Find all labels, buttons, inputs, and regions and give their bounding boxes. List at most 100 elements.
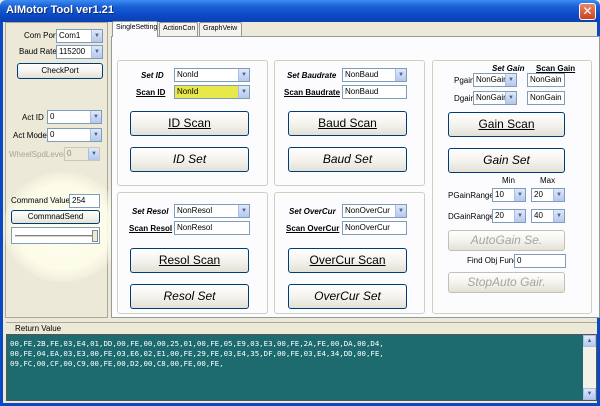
find-obj-func-label: Find Obj Func <box>467 256 518 265</box>
dgain-max-value: 40 <box>534 211 543 220</box>
set-overcur-label: Set OverCur <box>289 207 336 216</box>
tab-graph-view[interactable]: GraphVeiw <box>199 22 242 36</box>
chevron-down-icon: ▼ <box>91 46 102 58</box>
min-label: Min <box>502 176 515 185</box>
act-id-label: Act ID <box>22 113 44 122</box>
window-title: AIMotor Tool ver1.21 <box>6 4 114 16</box>
scroll-down-icon[interactable]: ▼ <box>583 388 596 400</box>
auto-gain-set-button: AutoGain Se. <box>448 230 565 251</box>
chevron-down-icon: ▼ <box>395 205 406 217</box>
set-resol-value: NonResol <box>177 206 213 215</box>
scan-baudrate-field: NonBaud <box>342 85 407 99</box>
return-scrollbar[interactable]: ▲ ▼ <box>583 335 596 400</box>
overcur-scan-button[interactable]: OverCur Scan <box>288 248 407 273</box>
scan-resol-label: Scan Resol <box>129 224 173 233</box>
chevron-down-icon: ▼ <box>514 189 525 201</box>
overcur-set-button[interactable]: OverCur Set <box>288 284 407 309</box>
chevron-down-icon: ▼ <box>90 111 101 123</box>
max-label: Max <box>540 176 556 185</box>
tab-action-con[interactable]: ActionCon <box>159 22 198 36</box>
title-bar: AIMotor Tool ver1.21 ✕ <box>0 0 600 22</box>
baud-set-button[interactable]: Baud Set <box>288 147 407 172</box>
set-baudrate-select[interactable]: NonBaud ▼ <box>342 68 407 82</box>
tab-single-setting[interactable]: SingleSetting <box>112 21 158 37</box>
set-overcur-select[interactable]: NonOverCur ▼ <box>342 204 407 218</box>
find-obj-func-input[interactable]: 0 <box>514 254 566 268</box>
set-resol-label: Set Resol <box>132 207 169 216</box>
set-id-select[interactable]: NonId ▼ <box>174 68 250 82</box>
gain-scan-button[interactable]: Gain Scan <box>448 112 565 137</box>
gain-set-button[interactable]: Gain Set <box>448 148 565 173</box>
dgain-value: NonGain <box>476 93 508 102</box>
set-gain-label: Set Gain <box>492 64 525 73</box>
dgain-min-select[interactable]: 20 ▼ <box>492 209 526 223</box>
baud-group: Set Baudrate NonBaud ▼ Scan Baudrate NonB… <box>274 60 425 186</box>
dgain-label: Dgain <box>454 94 475 103</box>
pgain-max-select[interactable]: 20 ▼ <box>531 188 565 202</box>
com-port-select[interactable]: Com1 ▼ <box>56 29 103 43</box>
set-id-value: NonId <box>177 70 199 79</box>
id-scan-button[interactable]: ID Scan <box>130 111 249 136</box>
wheel-speed-select: 0 ▼ <box>64 147 100 161</box>
set-baudrate-value: NonBaud <box>345 70 379 79</box>
scan-id-select[interactable]: NonId ▼ <box>174 85 250 99</box>
command-value-label: Command Value <box>11 196 70 205</box>
chevron-down-icon: ▼ <box>395 69 406 81</box>
pgain-value: NonGain <box>476 75 508 84</box>
chevron-down-icon: ▼ <box>505 92 516 104</box>
set-resol-select[interactable]: NonResol ▼ <box>174 204 250 218</box>
wheel-speed-value: 0 <box>67 149 72 158</box>
scan-overcur-label: Scan OverCur <box>286 224 340 233</box>
return-value-text: 00,FE,2B,FE,03,E4,01,DD,00,FE,00,00,25,0… <box>10 339 384 369</box>
scan-id-label: Scan ID <box>136 88 166 97</box>
return-line: 00,FE,2B,FE,03,E4,01,DD,00,FE,00,00,25,0… <box>10 339 384 348</box>
gain-group: Set Gain Scan Gain Pgain NonGain ▼ NonGai… <box>432 60 592 314</box>
slider-track <box>15 235 96 238</box>
dgain-select[interactable]: NonGain ▼ <box>473 91 517 105</box>
resol-set-button[interactable]: Resol Set <box>130 284 249 309</box>
dgain-scan-field: NonGain <box>527 91 565 105</box>
return-line: 09,FC,00,CF,00,C9,00,FE,00,D2,00,C8,00,F… <box>10 359 224 368</box>
resol-scan-button[interactable]: Resol Scan <box>130 248 249 273</box>
chevron-down-icon: ▼ <box>553 189 564 201</box>
check-port-button[interactable]: CheckPort <box>17 63 103 79</box>
scroll-up-icon[interactable]: ▲ <box>583 335 596 347</box>
chevron-down-icon: ▼ <box>238 69 249 81</box>
pgain-min-select[interactable]: 10 ▼ <box>492 188 526 202</box>
command-slider[interactable] <box>11 227 100 244</box>
act-id-select[interactable]: 0 ▼ <box>47 110 102 124</box>
scan-baudrate-label: Scan Baudrate <box>284 88 341 97</box>
command-value-input[interactable]: 254 <box>69 194 100 208</box>
set-baudrate-label: Set Baudrate <box>287 71 337 80</box>
chevron-down-icon: ▼ <box>553 210 564 222</box>
baud-rate-select[interactable]: 115200 ▼ <box>56 45 103 59</box>
main-window: Com Port Com1 ▼ Baud Rate 115200 ▼ CheckPo… <box>0 21 600 406</box>
act-id-value: 0 <box>50 112 55 121</box>
divider <box>6 322 597 323</box>
return-value-box[interactable]: 00,FE,2B,FE,03,E4,01,DD,00,FE,00,00,25,0… <box>6 334 597 401</box>
command-send-button[interactable]: CommnadSend <box>11 210 100 224</box>
baud-scan-button[interactable]: Baud Scan <box>288 111 407 136</box>
chevron-down-icon: ▼ <box>88 148 99 160</box>
pgain-max-value: 20 <box>534 190 543 199</box>
set-id-label: Set ID <box>141 71 164 80</box>
scan-overcur-field: NonOverCur <box>342 221 407 235</box>
pgain-min-value: 10 <box>495 190 504 199</box>
dgain-range-label: DGainRange <box>448 212 495 221</box>
close-button[interactable]: ✕ <box>579 3 596 20</box>
dgain-min-value: 20 <box>495 211 504 220</box>
com-port-value: Com1 <box>59 31 81 40</box>
act-mode-select[interactable]: 0 ▼ <box>47 128 102 142</box>
chevron-down-icon: ▼ <box>91 30 102 42</box>
pgain-label: Pgain <box>454 76 475 85</box>
resol-group: Set Resol NonResol ▼ Scan Resol NonResol … <box>117 192 268 314</box>
chevron-down-icon: ▼ <box>505 74 516 86</box>
id-set-button[interactable]: ID Set <box>130 147 249 172</box>
left-panel: Com Port Com1 ▼ Baud Rate 115200 ▼ CheckPo… <box>5 22 108 318</box>
single-setting-page: Set ID NonId ▼ Scan ID NonId ▼ ID Scan ID … <box>111 36 600 318</box>
stop-auto-gain-button: StopAuto Gair. <box>448 272 565 293</box>
pgain-select[interactable]: NonGain ▼ <box>473 73 517 87</box>
overcur-group: Set OverCur NonOverCur ▼ Scan OverCur Non… <box>274 192 425 314</box>
dgain-max-select[interactable]: 40 ▼ <box>531 209 565 223</box>
slider-thumb[interactable] <box>92 230 98 242</box>
